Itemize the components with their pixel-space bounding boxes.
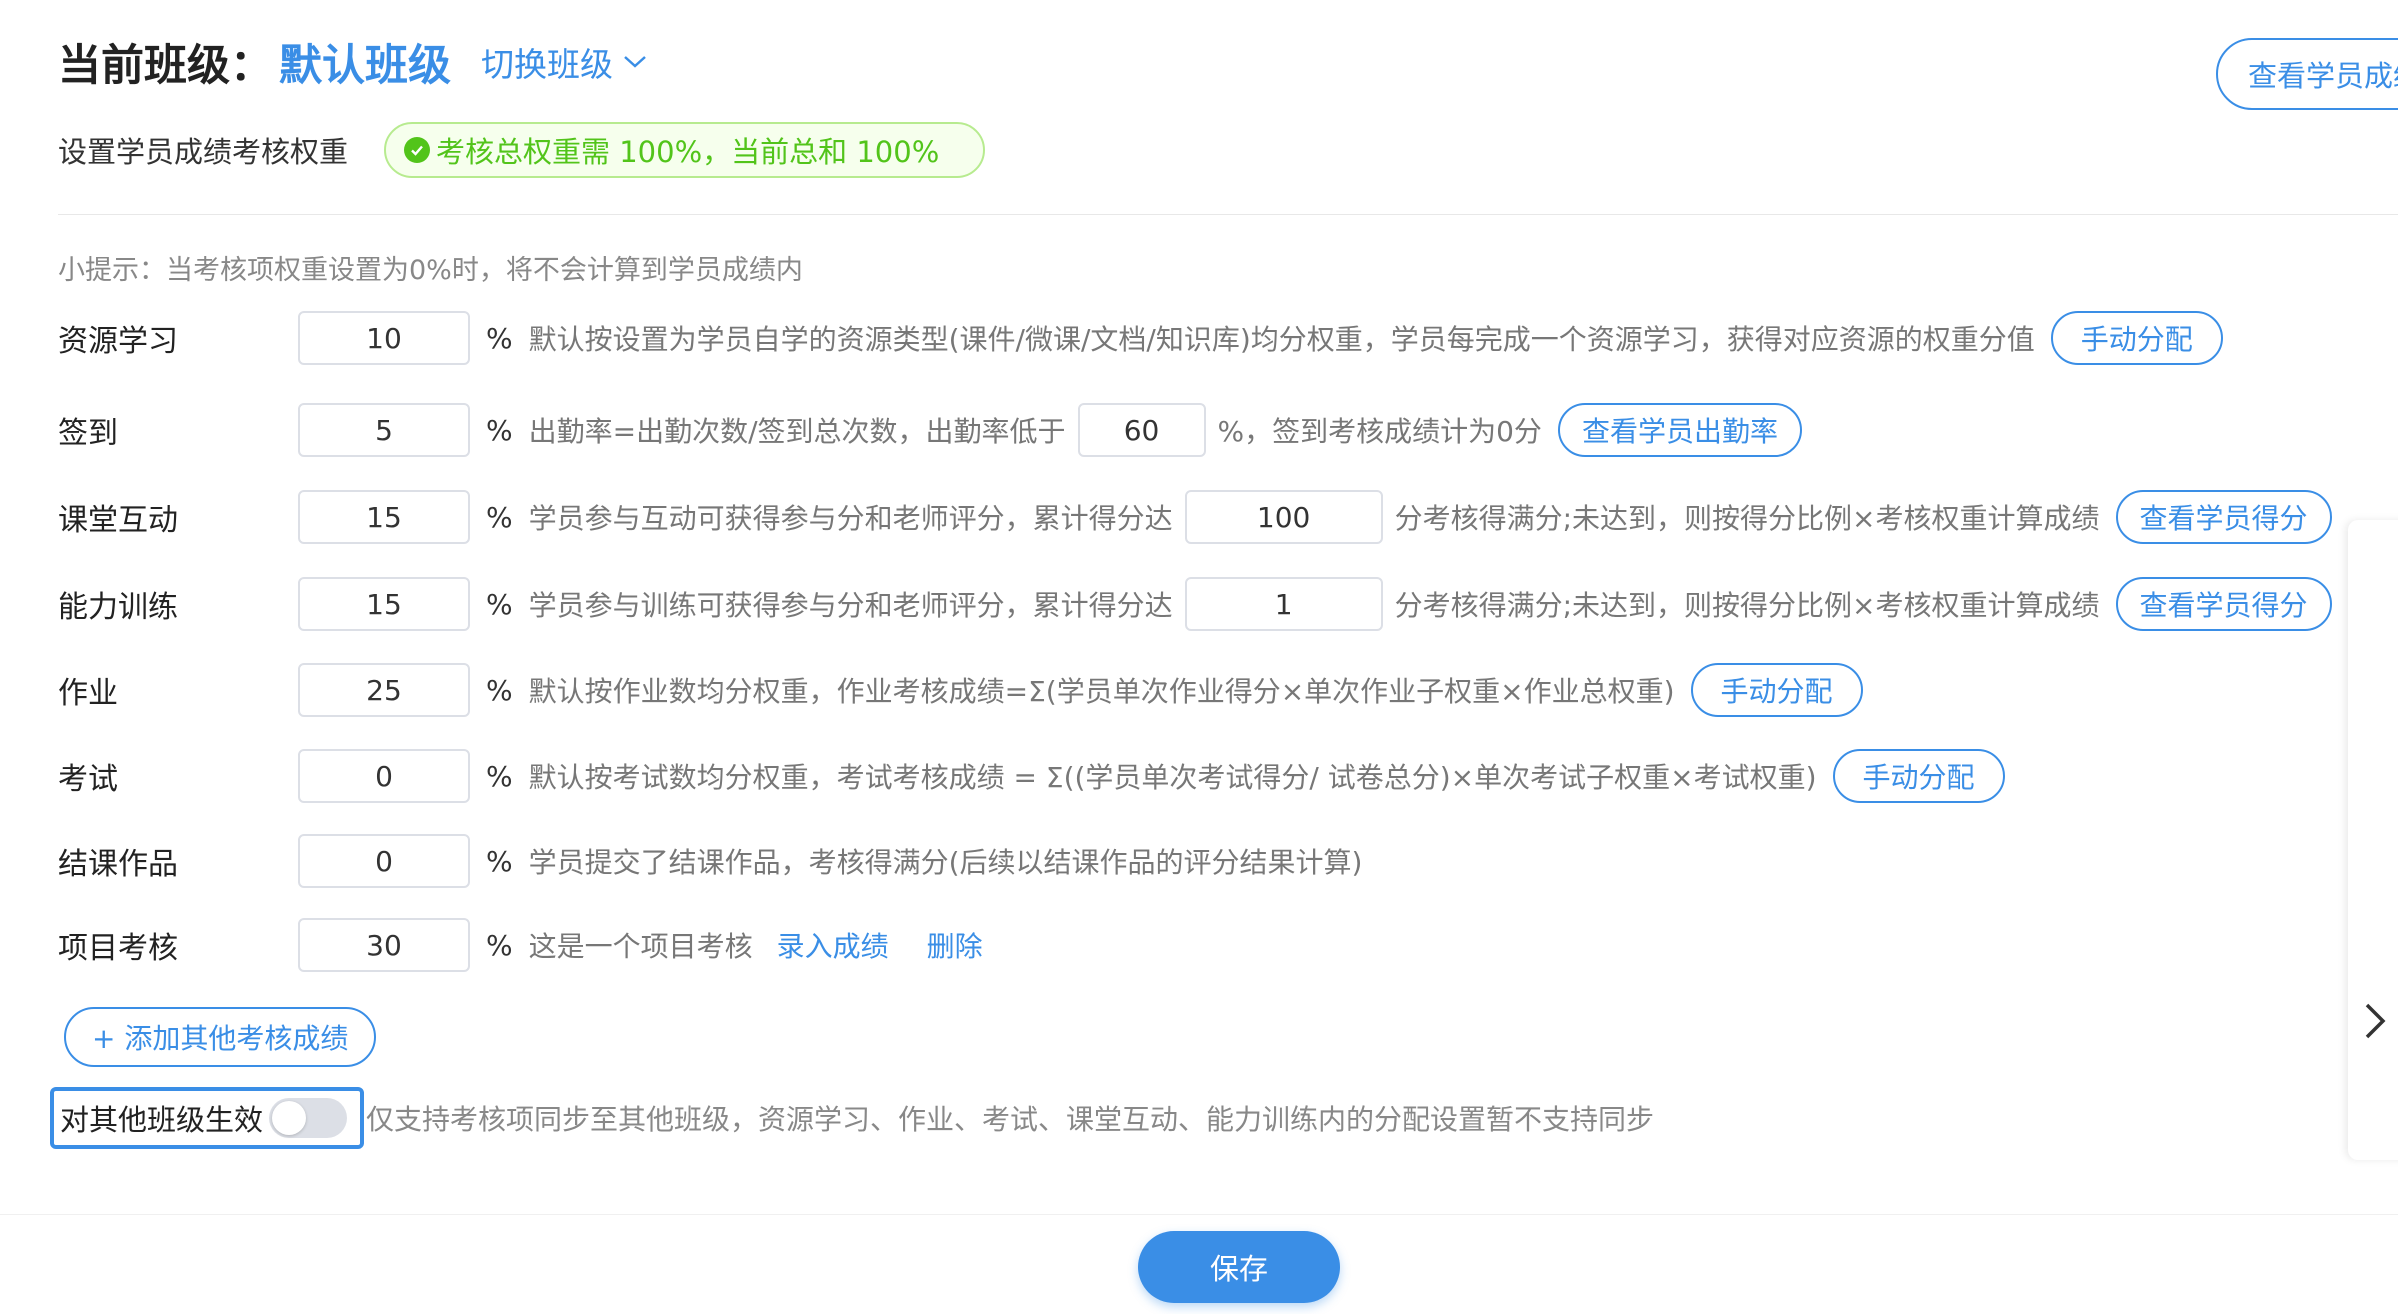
attendance-threshold-input[interactable]: 60 xyxy=(1077,403,1206,457)
weight-setting-label: 设置学员成绩考核权重 xyxy=(58,135,349,169)
switch-class-label: 切换班级 xyxy=(481,45,613,84)
row-interaction: 课堂互动 15 % 学员参与互动可获得参与分和老师评分，累计得分达 100 分考… xyxy=(58,490,2332,544)
view-student-score-button[interactable]: 查看学员得分 xyxy=(2115,577,2332,631)
footer-divider xyxy=(0,1214,2398,1215)
row-signin: 签到 5 % 出勤率=出勤次数/签到总次数，出勤率低于 60 %，签到考核成绩计… xyxy=(58,403,1802,457)
interaction-score-input[interactable]: 100 xyxy=(1184,490,1383,544)
training-weight-input[interactable]: 15 xyxy=(298,577,470,631)
percent-sign: % xyxy=(486,844,513,878)
exam-weight-input[interactable]: 0 xyxy=(298,749,470,803)
percent-sign: % xyxy=(486,321,513,355)
sync-note: 仅支持考核项同步至其他班级，资源学习、作业、考试、课堂互动、能力训练内的分配设置… xyxy=(366,1103,1655,1136)
manual-allocate-button[interactable]: 手动分配 xyxy=(1690,663,1863,717)
weight-status-badge: 考核总权重需 100%，当前总和 100% xyxy=(384,122,986,178)
percent-sign: % xyxy=(486,413,513,447)
resource-weight-input[interactable]: 10 xyxy=(298,311,470,365)
add-other-score-button[interactable]: + 添加其他考核成绩 xyxy=(64,1007,377,1067)
row-label: 课堂互动 xyxy=(58,503,178,538)
manual-allocate-button[interactable]: 手动分配 xyxy=(2050,311,2223,365)
tip-text: 小提示：当考核项权重设置为0%时，将不会计算到学员成绩内 xyxy=(58,255,803,286)
row-project: 项目考核 30 % 这是一个项目考核 录入成绩 删除 xyxy=(58,918,983,972)
final-work-weight-input[interactable]: 0 xyxy=(298,834,470,888)
row-description: 学员参与互动可获得参与分和老师评分，累计得分达 xyxy=(528,502,1173,535)
sync-other-classes: 对其他班级生效 xyxy=(50,1087,364,1149)
view-student-scores-button[interactable]: 查看学员成绩 xyxy=(2216,38,2398,110)
row-description-suffix: %，签到考核成绩计为0分 xyxy=(1217,415,1542,448)
row-description-suffix: 分考核得满分;未达到，则按得分比例×考核权重计算成绩 xyxy=(1394,502,2100,535)
current-class-label: 当前班级： xyxy=(58,41,273,91)
row-description: 默认按考试数均分权重，考试考核成绩 = Σ((学员单次考试得分/ 试卷总分)×单… xyxy=(528,761,1817,794)
row-label: 资源学习 xyxy=(58,324,178,359)
row-homework: 作业 25 % 默认按作业数均分权重，作业考核成绩=Σ(学员单次作业得分×单次作… xyxy=(58,663,1863,717)
weight-setting-row: 设置学员成绩考核权重 考核总权重需 100%，当前总和 100% xyxy=(58,122,986,178)
row-label: 项目考核 xyxy=(58,931,178,966)
manual-allocate-button[interactable]: 手动分配 xyxy=(1832,749,2005,803)
sync-toggle[interactable] xyxy=(269,1098,348,1138)
row-description: 出勤率=出勤次数/签到总次数，出勤率低于 xyxy=(528,415,1066,448)
signin-weight-input[interactable]: 5 xyxy=(298,403,470,457)
enter-score-link[interactable]: 录入成绩 xyxy=(777,925,889,965)
view-student-score-button[interactable]: 查看学员得分 xyxy=(2115,490,2332,544)
current-class-name: 默认班级 xyxy=(279,41,451,91)
class-header: 当前班级： 默认班级 切换班级 xyxy=(58,30,647,94)
training-score-input[interactable]: 1 xyxy=(1184,577,1383,631)
view-attendance-button[interactable]: 查看学员出勤率 xyxy=(1557,403,1802,457)
divider xyxy=(58,214,2398,215)
homework-weight-input[interactable]: 25 xyxy=(298,663,470,717)
row-description: 学员提交了结课作品，考核得满分(后续以结课作品的评分结果计算) xyxy=(528,846,1363,879)
row-label: 能力训练 xyxy=(58,590,178,625)
chevron-right-icon[interactable] xyxy=(2352,988,2398,1054)
row-description: 默认按设置为学员自学的资源类型(课件/微课/文档/知识库)均分权重，学员每完成一… xyxy=(528,323,2035,356)
percent-sign: % xyxy=(486,500,513,534)
row-label: 考试 xyxy=(58,762,118,797)
row-description: 默认按作业数均分权重，作业考核成绩=Σ(学员单次作业得分×单次作业子权重×作业总… xyxy=(528,675,1675,708)
row-resource: 资源学习 10 % 默认按设置为学员自学的资源类型(课件/微课/文档/知识库)均… xyxy=(58,311,2223,365)
row-final-work: 结课作品 0 % 学员提交了结课作品，考核得满分(后续以结课作品的评分结果计算) xyxy=(58,834,1362,888)
row-description-suffix: 分考核得满分;未达到，则按得分比例×考核权重计算成绩 xyxy=(1394,589,2100,622)
row-training: 能力训练 15 % 学员参与训练可获得参与分和老师评分，累计得分达 1 分考核得… xyxy=(58,577,2332,631)
row-description: 这是一个项目考核 xyxy=(528,930,753,963)
save-button[interactable]: 保存 xyxy=(1138,1231,1340,1303)
row-exam: 考试 0 % 默认按考试数均分权重，考试考核成绩 = Σ((学员单次考试得分/ … xyxy=(58,749,2005,803)
row-label: 作业 xyxy=(58,676,118,711)
row-description: 学员参与训练可获得参与分和老师评分，累计得分达 xyxy=(528,589,1173,622)
weight-status-text: 考核总权重需 100%，当前总和 100% xyxy=(436,135,940,169)
percent-sign: % xyxy=(486,673,513,707)
side-panel xyxy=(2348,520,2398,1160)
percent-sign: % xyxy=(486,759,513,793)
percent-sign: % xyxy=(486,928,513,962)
row-label: 签到 xyxy=(58,416,118,451)
percent-sign: % xyxy=(486,587,513,621)
chevron-down-icon xyxy=(624,56,646,68)
toggle-knob xyxy=(272,1101,307,1135)
project-weight-input[interactable]: 30 xyxy=(298,918,470,972)
sync-label: 对其他班级生效 xyxy=(60,1103,264,1137)
interaction-weight-input[interactable]: 15 xyxy=(298,490,470,544)
check-circle-icon xyxy=(404,137,431,163)
row-label: 结课作品 xyxy=(58,847,178,882)
switch-class-button[interactable]: 切换班级 xyxy=(481,38,647,86)
delete-link[interactable]: 删除 xyxy=(927,925,983,965)
